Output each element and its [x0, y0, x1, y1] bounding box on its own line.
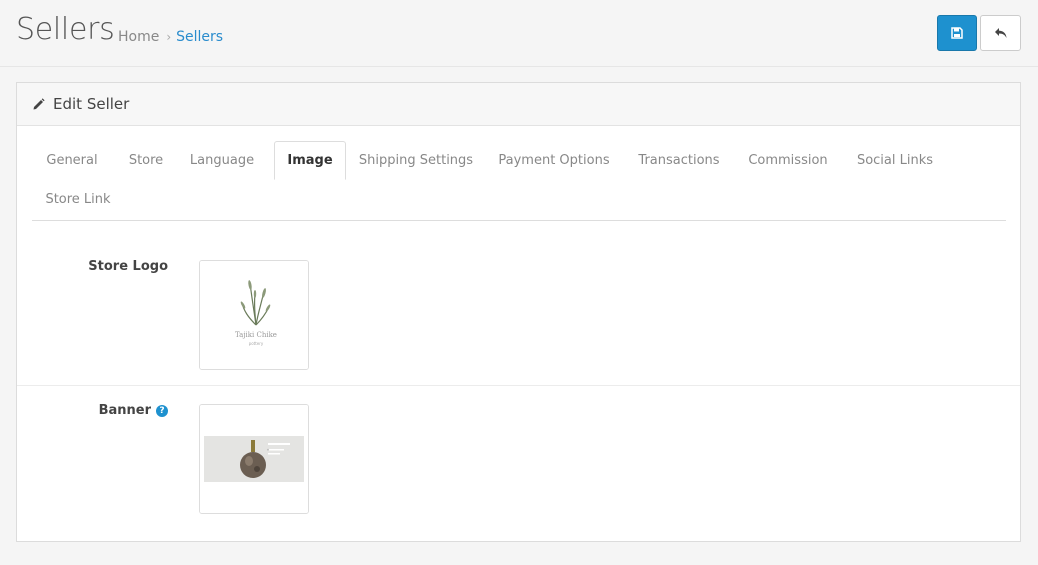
panel-title: Edit Seller: [53, 95, 130, 113]
edit-seller-panel: Edit Seller General Store Language Image…: [16, 82, 1021, 542]
banner-label-text: Banner: [98, 403, 151, 418]
store-logo-label: Store Logo: [88, 259, 168, 274]
question-circle-icon[interactable]: ?: [156, 404, 168, 417]
banner-thumbnail[interactable]: [199, 404, 309, 514]
banner-row: Banner ?: [17, 387, 1020, 542]
store-logo-label-text: Store Logo: [88, 259, 168, 274]
store-logo-row: Store Logo Tajiki Chike pottery: [17, 243, 1020, 386]
page-title: Sellers: [16, 12, 115, 47]
tab-store[interactable]: Store: [114, 141, 178, 180]
pencil-icon: [33, 97, 45, 109]
back-button[interactable]: [980, 15, 1021, 51]
store-logo-caption: Tajiki Chike: [235, 331, 277, 339]
save-button[interactable]: [937, 15, 977, 51]
reply-arrow-icon: [994, 28, 1006, 38]
tab-commission[interactable]: Commission: [742, 141, 834, 180]
tab-payment-options[interactable]: Payment Options: [490, 141, 618, 180]
tab-general[interactable]: General: [32, 141, 112, 180]
store-logo-thumbnail[interactable]: Tajiki Chike pottery: [199, 260, 309, 370]
store-logo-subcaption: pottery: [249, 341, 264, 346]
tab-shipping-settings[interactable]: Shipping Settings: [347, 141, 485, 180]
page-header: Sellers Home › Sellers: [0, 0, 1038, 67]
banner-label: Banner ?: [99, 403, 168, 418]
tab-bar: General Store Language Image Shipping Se…: [32, 141, 1006, 221]
banner-image: [200, 405, 308, 513]
breadcrumb: Home › Sellers: [118, 29, 223, 45]
breadcrumb-separator: ›: [166, 30, 172, 44]
floppy-disk-icon: [951, 27, 963, 39]
tab-social-links[interactable]: Social Links: [849, 141, 941, 180]
tab-store-link[interactable]: Store Link: [32, 180, 124, 219]
tab-transactions[interactable]: Transactions: [633, 141, 725, 180]
tab-image[interactable]: Image: [274, 141, 346, 180]
tab-language[interactable]: Language: [180, 141, 264, 180]
panel-heading: Edit Seller: [17, 83, 1020, 126]
breadcrumb-home-link[interactable]: Home: [118, 29, 159, 45]
store-logo-image: Tajiki Chike pottery: [200, 261, 308, 369]
breadcrumb-sellers-link[interactable]: Sellers: [176, 29, 223, 45]
